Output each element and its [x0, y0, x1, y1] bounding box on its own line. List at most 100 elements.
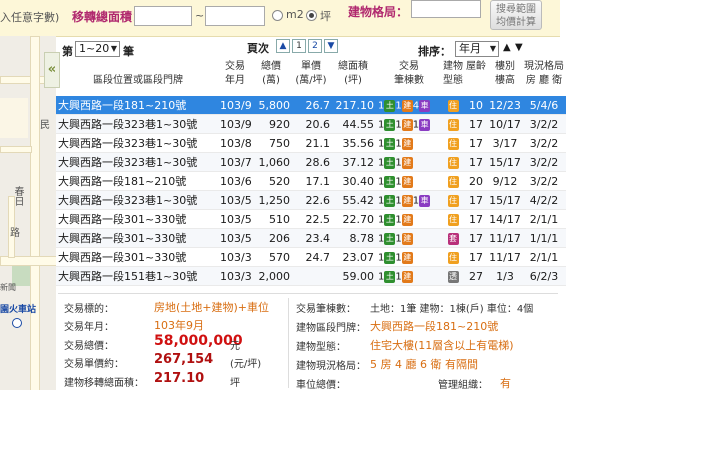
- cell-age: 20: [469, 175, 483, 188]
- column-header: 現況格局房 廳 衛: [524, 60, 564, 88]
- unit-ping-radio[interactable]: [306, 10, 317, 21]
- cell-addr: 大興西路一段181~210號: [58, 99, 187, 112]
- cell-counts: 1土1建: [378, 134, 440, 153]
- table-row[interactable]: 大興西路一段323巷1~30號 103/9 920 20.6 44.55 1 土 1 建 1 車住 1…: [56, 115, 566, 134]
- sort-desc-icon[interactable]: ▼: [515, 42, 523, 53]
- cell-layout: 2/1/1: [529, 251, 559, 264]
- sort-select[interactable]: 年月 ▼: [455, 41, 499, 57]
- layout-input[interactable]: [411, 0, 481, 18]
- tilde: ~: [195, 9, 205, 22]
- unit-m2-radio[interactable]: [272, 10, 283, 21]
- layout-label: 建物格局：: [348, 5, 409, 19]
- cell-layout: 3/2/2: [529, 118, 559, 131]
- detail-area-label: 建物移轉總面積：: [64, 378, 144, 389]
- table-row[interactable]: 大興西路一段301~330號 103/3 570 24.7 23.07 1 土 1 建住 17 11…: [56, 248, 566, 267]
- search-button-line1: 搜尋範圍: [496, 4, 536, 15]
- cell-counts: 1土1建: [378, 172, 440, 191]
- header-line2: 屋齡: [466, 61, 486, 72]
- cell-unit: 23.4: [305, 232, 331, 245]
- filter-bar: 入任意字數) 移轉總面積： ~ m2 坪 建物格局： 搜尋範圍 均價計算: [0, 0, 560, 37]
- header-line2: 區段位置或區段門牌: [93, 75, 183, 86]
- hint-text: 入任意字數): [0, 11, 60, 24]
- cell-area: 217.10: [335, 99, 375, 112]
- cell-total: 206: [269, 232, 290, 245]
- cell-area: 37.12: [342, 156, 375, 169]
- column-header: 樓別 樓高: [488, 60, 522, 88]
- cell-floor: 11/17: [489, 232, 521, 245]
- building-count: 1: [395, 195, 402, 207]
- cell-area: 30.40: [342, 175, 375, 188]
- cell-age: 17: [469, 251, 483, 264]
- building-badge-icon: 建: [401, 195, 413, 207]
- cell-ym: 103/8: [220, 137, 252, 150]
- building-count: 1: [395, 252, 402, 264]
- land-badge-icon: 土: [384, 176, 396, 188]
- building-count: 1: [395, 119, 402, 131]
- building-count: 1: [395, 176, 402, 188]
- table-row[interactable]: 大興西路一段323巷1~30號 103/7 1,060 28.6 37.12 1 土 1 建住 1…: [56, 153, 566, 172]
- sort-asc-icon[interactable]: ▲: [503, 42, 511, 53]
- cell-type: 住: [442, 115, 464, 134]
- cell-type: 住: [442, 172, 464, 191]
- building-badge-icon: 建: [401, 252, 413, 264]
- cell-type: 住: [442, 248, 464, 267]
- cell-counts: 1土1建: [378, 248, 440, 267]
- header-line1: 樓別: [495, 61, 515, 72]
- header-line1: 總面積: [338, 61, 368, 72]
- map-label-min: 民: [40, 120, 50, 131]
- table-row[interactable]: 大興西路一段151巷1~30號 103/3 2,000 59.00 1 土 1 建透 27 1/3…: [56, 267, 566, 286]
- detail-type-label: 建物型態：: [296, 342, 346, 353]
- building-type-badge-icon: 住: [447, 195, 459, 207]
- range-select[interactable]: 1~20 ▼: [75, 41, 120, 57]
- building-badge-icon: 建: [401, 119, 413, 131]
- area-from-input[interactable]: [134, 6, 192, 26]
- cell-total: 1,250: [258, 194, 291, 207]
- map-panel[interactable]: 民 春日 路 園火車站 新聞: [0, 36, 56, 390]
- cell-ym: 103/9: [220, 118, 252, 131]
- cell-total: 750: [269, 137, 290, 150]
- header-line1: 交易: [225, 61, 245, 72]
- map-label-station: 園火車站: [0, 305, 37, 315]
- header-line2: 年月: [225, 75, 245, 86]
- table-row[interactable]: 大興西路一段323巷1~30號 103/8 750 21.1 35.56 1 土 1 建住 17 3…: [56, 134, 566, 153]
- search-range-button[interactable]: 搜尋範圍 均價計算: [490, 0, 542, 30]
- table-row[interactable]: 大興西路一段301~330號 103/5 206 23.4 8.78 1 土 1 建套 17 11/…: [56, 229, 566, 248]
- cell-area: 8.78: [349, 232, 375, 245]
- building-count: 1: [395, 100, 402, 112]
- station-icon: [12, 318, 22, 328]
- next-page-button[interactable]: ▼: [324, 39, 338, 53]
- prev-page-button[interactable]: ▲: [276, 39, 290, 53]
- cell-floor: 15/17: [489, 156, 521, 169]
- cell-floor: 14/17: [489, 213, 521, 226]
- cell-layout: 4/2/2: [529, 194, 559, 207]
- range-suffix: 筆: [123, 45, 134, 58]
- cell-floor: 1/3: [496, 270, 514, 283]
- building-type-badge-icon: 透: [447, 271, 459, 283]
- column-header: 總價 (萬): [252, 60, 290, 88]
- search-button-line2: 均價計算: [496, 17, 536, 28]
- header-line1: 建物: [443, 61, 463, 72]
- detail-layout-value: 5 房 4 廳 6 衛 有隔間: [370, 358, 478, 371]
- detail-mgmt-label: 管理組織：: [438, 380, 488, 391]
- cell-ym: 103/5: [220, 194, 252, 207]
- table-row[interactable]: 大興西路一段181~210號 103/6 520 17.1 30.40 1 土 1 建住 20 9/…: [56, 172, 566, 191]
- table-row[interactable]: 大興西路一段181~210號 103/9 5,800 26.7 217.10 1 土 1 建 4 車…: [56, 96, 566, 115]
- building-badge-icon: 建: [401, 138, 413, 150]
- cell-total: 920: [269, 118, 290, 131]
- building-count: 1: [395, 233, 402, 245]
- table-row[interactable]: 大興西路一段301~330號 103/5 510 22.5 22.70 1 土 1 建住 17 14…: [56, 210, 566, 229]
- parking-badge-icon: 車: [419, 195, 431, 207]
- cell-floor: 9/12: [492, 175, 518, 188]
- cell-counts: 1土1建1車: [378, 115, 440, 134]
- detail-panel: 交易標的： 房地(土地+建物)+車位 交易年月： 103年9月 交易總價： 58…: [58, 293, 558, 391]
- area-to-input[interactable]: [205, 6, 265, 26]
- cell-counts: 1土1建1車: [378, 191, 440, 210]
- land-badge-icon: 土: [384, 214, 396, 226]
- table-row[interactable]: 大興西路一段323巷1~30號 103/5 1,250 22.6 55.42 1 土 1 建 1 車…: [56, 191, 566, 210]
- page-2-button[interactable]: 2: [308, 39, 322, 53]
- header-line2: (萬/坪): [295, 75, 327, 86]
- cell-layout: 1/1/1: [529, 232, 559, 245]
- cell-floor: 10/17: [489, 118, 521, 131]
- page-1-button[interactable]: 1: [292, 39, 306, 53]
- cell-type: 住: [442, 134, 464, 153]
